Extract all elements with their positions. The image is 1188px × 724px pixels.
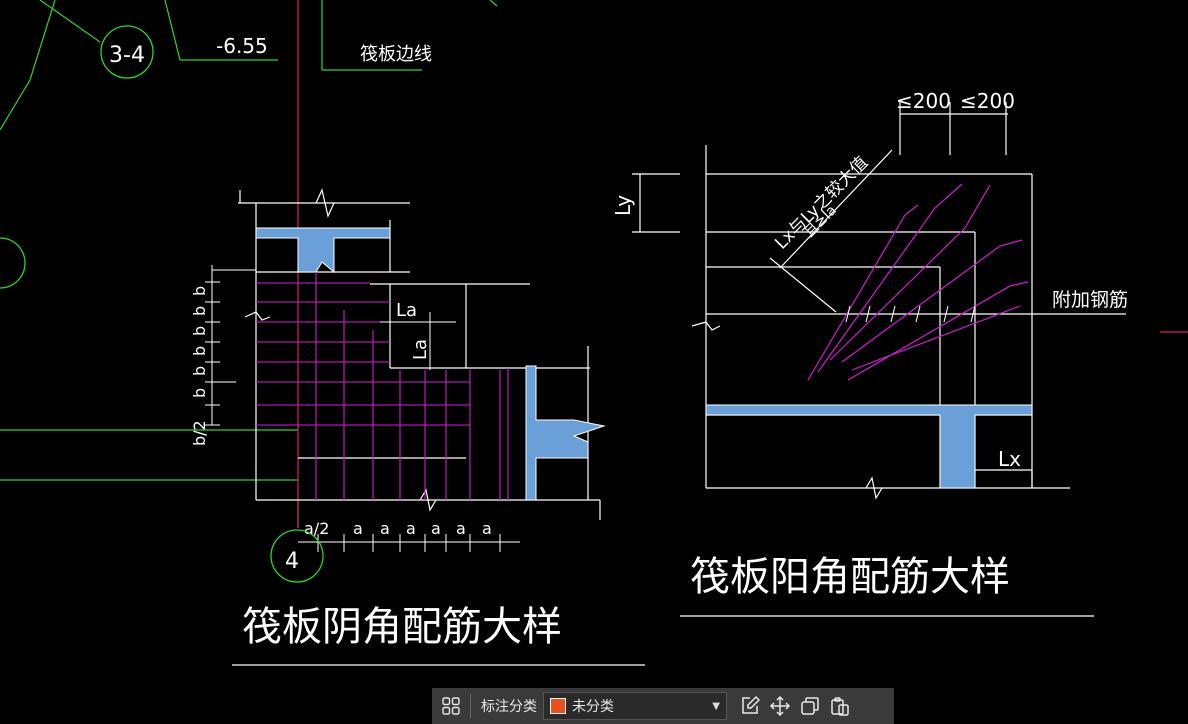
annotation-toolbar: 标注分类 未分类 ▼: [432, 688, 894, 724]
dim-b-5: b: [190, 366, 209, 376]
category-select[interactable]: 未分类 ▼: [543, 692, 727, 720]
rebar-grid-left: [256, 272, 509, 500]
la-horizontal-label: La: [396, 300, 417, 321]
cad-canvas[interactable]: 3-4 -6.55 筏板边线 b b b b b b b/2 a/2 a a a…: [0, 0, 1188, 724]
category-value: 未分类: [572, 699, 614, 715]
dim-a-2: a: [380, 519, 390, 538]
dim-a-3: a: [406, 519, 416, 538]
dim-top-2: ≤200: [960, 89, 1015, 113]
edit-icon[interactable]: [735, 691, 765, 721]
dim-b-lines: [205, 265, 256, 426]
category-label: 标注分类: [481, 699, 537, 715]
dim-a-half: a/2: [304, 519, 329, 538]
dim-b-half: b/2: [190, 420, 209, 446]
dim-b-2: b: [190, 306, 209, 316]
axis-bubble-partial: [0, 237, 26, 289]
dim-b-6: b: [190, 388, 209, 398]
dim-a-1: a: [353, 519, 363, 538]
dim-a-5: a: [456, 519, 466, 538]
dim-b-4: b: [190, 346, 209, 356]
dim-b-labels: b b b b b b b/2: [190, 286, 209, 446]
extra-rebar-label: 附加钢筋: [1052, 289, 1128, 311]
concrete-slab-right: [705, 404, 1033, 489]
right-detail-title: 筏板阳角配筋大样: [690, 554, 1010, 600]
dim-top-1: ≤200: [896, 89, 951, 113]
grid-icon[interactable]: [436, 691, 466, 721]
lx-label: Lx: [998, 447, 1021, 471]
dim-a-4: a: [431, 519, 441, 538]
diag-label-1: Lx与Ly之较大值: [771, 153, 872, 254]
toolbar-divider: [470, 694, 471, 718]
axis-label-3-4: 3-4: [109, 43, 145, 68]
dim-b-1: b: [190, 286, 209, 296]
move-icon[interactable]: [765, 691, 795, 721]
dim-a-6: a: [482, 519, 492, 538]
axis-lines-topleft: [0, 0, 498, 528]
chevron-down-icon: ▼: [712, 700, 720, 712]
elevation-label: -6.55: [216, 34, 268, 58]
ly-label: Ly: [611, 195, 635, 216]
rebar-diagonal-right: [807, 183, 1029, 381]
copy-icon[interactable]: [795, 691, 825, 721]
axis-label-4: 4: [285, 549, 299, 574]
la-vertical-label: La: [410, 339, 431, 360]
dim-b-3: b: [190, 326, 209, 336]
dim-a-labels: a/2 a a a a a a: [304, 519, 492, 538]
category-color-swatch: [550, 698, 566, 714]
paste-icon[interactable]: [825, 691, 855, 721]
edge-label: 筏板边线: [360, 44, 432, 65]
left-detail-title: 筏板阴角配筋大样: [242, 604, 562, 650]
